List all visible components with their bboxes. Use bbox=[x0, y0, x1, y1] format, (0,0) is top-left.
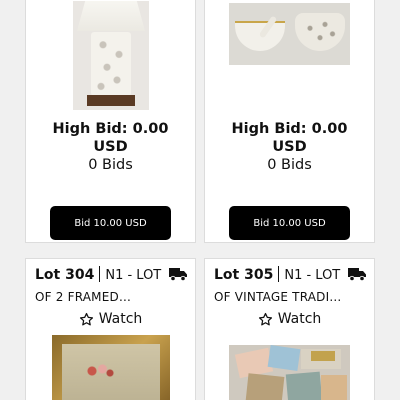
divider bbox=[99, 266, 101, 282]
watch-label: Watch bbox=[98, 311, 143, 327]
lot-card[interactable]: Lot 304 N1 - LOT OF 2 FRAMED... Watch bbox=[25, 258, 196, 400]
bids-count: 0 Bids bbox=[88, 157, 133, 173]
bid-button[interactable]: Bid 10.00 USD bbox=[50, 206, 171, 240]
table-lamp-photo[interactable] bbox=[73, 1, 149, 110]
framed-painting-photo[interactable] bbox=[52, 335, 170, 400]
lot-title-continued: OF VINTAGE TRADI... bbox=[214, 290, 342, 304]
lot-title[interactable]: Lot 304 N1 - LOT OF 2 FRAMED... bbox=[26, 259, 195, 311]
divider bbox=[278, 266, 280, 282]
lot-card[interactable]: High Bid: 0.00 USD 0 Bids Bid 10.00 USD bbox=[204, 0, 375, 243]
high-bid-label: High Bid: 0.00 USD bbox=[52, 121, 169, 155]
watch-button[interactable]: Watch bbox=[205, 309, 374, 329]
truck-icon bbox=[348, 268, 366, 281]
lot-title-line: Lot 304 N1 - LOT bbox=[35, 266, 161, 285]
lot-number: Lot 305 bbox=[214, 267, 274, 283]
lot-category: N1 - LOT bbox=[284, 268, 341, 283]
bid-button[interactable]: Bid 10.00 USD bbox=[229, 206, 350, 240]
lot-title[interactable]: Lot 305 N1 - LOT OF VINTAGE TRADI... bbox=[205, 259, 374, 311]
lot-card[interactable]: High Bid: 0.00 USD 0 Bids Bid 10.00 USD bbox=[25, 0, 196, 243]
star-outline-icon bbox=[258, 312, 272, 325]
star-outline-icon bbox=[79, 312, 93, 325]
lot-number: Lot 304 bbox=[35, 267, 95, 283]
truck-icon bbox=[169, 268, 187, 281]
lot-card[interactable]: Lot 305 N1 - LOT OF VINTAGE TRADI... Watc… bbox=[204, 258, 375, 400]
trading-cards-photo[interactable] bbox=[229, 345, 350, 400]
lot-title-line: Lot 305 N1 - LOT bbox=[214, 266, 340, 285]
lot-category: N1 - LOT bbox=[105, 268, 162, 283]
auction-lot-grid: High Bid: 0.00 USD 0 Bids Bid 10.00 USD … bbox=[0, 0, 400, 400]
watch-label: Watch bbox=[277, 311, 322, 327]
lot-title-continued: OF 2 FRAMED... bbox=[35, 290, 131, 304]
bids-count: 0 Bids bbox=[267, 157, 312, 173]
watch-button[interactable]: Watch bbox=[26, 309, 195, 329]
porcelain-bowls-photo[interactable] bbox=[229, 3, 350, 65]
high-bid-label: High Bid: 0.00 USD bbox=[231, 121, 348, 155]
